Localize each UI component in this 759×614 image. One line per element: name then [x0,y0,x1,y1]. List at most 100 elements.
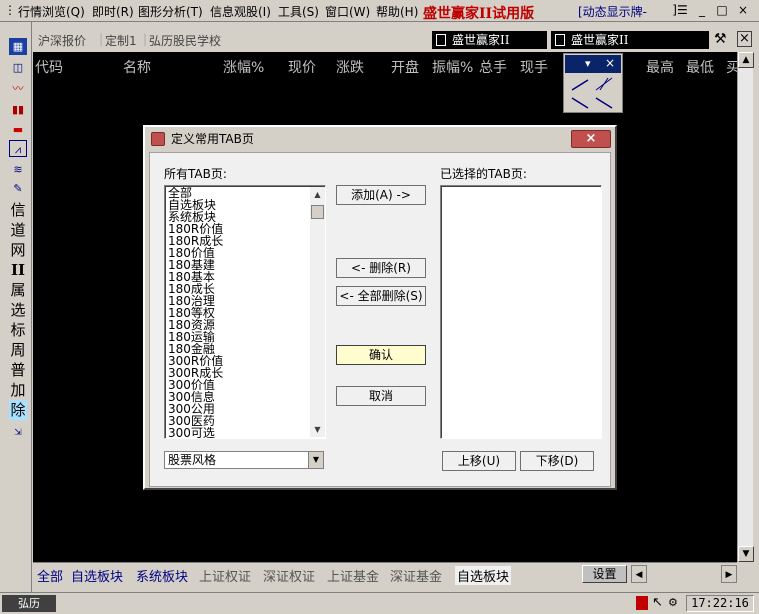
dialog-title-bar[interactable]: 定义常用TAB页 × [147,129,613,149]
status-brand[interactable]: 弘历 [2,595,56,612]
window-icon[interactable]: ◫ [9,59,27,76]
quote-list-icon[interactable]: ▦ [9,38,27,55]
tab-list-item[interactable]: 300R价值 [168,355,310,367]
indicator-panel-2[interactable]: 盛世赢家II [551,31,709,49]
draw-palette[interactable]: ▾ × [563,53,623,113]
scroll-up-icon[interactable]: ▲ [738,52,754,68]
setup-button[interactable]: 设置 [582,565,627,583]
toolbar-char-6[interactable]: 选 [9,300,27,320]
tab-scroll-left-icon[interactable]: ◀ [631,565,647,583]
btab-sz-funds[interactable]: 深证基金 [390,566,442,585]
tab-list-item[interactable]: 全部 [168,187,310,199]
tab-list-item[interactable]: 180等权 [168,307,310,319]
tab-list-item[interactable]: 180基建 [168,259,310,271]
tab-list-item[interactable]: 180价值 [168,247,310,259]
tab-list-item[interactable]: 180治理 [168,295,310,307]
listbox-scrollbar[interactable]: ▲ ▼ [310,187,325,437]
tab-list-item[interactable]: 180成长 [168,283,310,295]
menu-quote-browse[interactable]: 行情浏览(Q) [18,3,85,20]
move-up-button[interactable]: 上移(U) [442,451,516,471]
btab-system-sectors[interactable]: 系统板块 [136,566,188,585]
dialog-close-button[interactable]: × [571,130,611,148]
tab-sh-sz-quotes[interactable]: 沪深报价 [38,32,86,49]
tab-list-item[interactable]: 180资源 [168,319,310,331]
tab-list-item[interactable]: 300可选 [168,427,310,438]
chevron-down-icon[interactable]: ▼ [308,452,323,468]
tab-list-item[interactable]: 180R价值 [168,223,310,235]
tab-list-item[interactable]: 180金融 [168,343,310,355]
btab-sh-warrants[interactable]: 上证权证 [199,566,251,585]
tools-icon[interactable]: ⚒ [714,31,727,47]
bar-chart-icon[interactable]: ▮▮ [9,101,27,118]
ticker-menu-icon[interactable]: ]☰ [672,3,688,18]
col-header-code[interactable]: 代码 [35,57,63,77]
tab-list-item[interactable]: 300公用 [168,403,310,415]
col-header-cur-volume[interactable]: 现手 [520,57,548,77]
menu-info[interactable]: 信息观股(I) [210,3,271,20]
palette-title-bar[interactable]: ▾ × [565,55,621,73]
close-icon[interactable]: × [735,3,751,18]
col-header-low[interactable]: 最低 [686,57,714,77]
all-tabs-listbox[interactable]: 全部 自选板块 系统板块 180R价值 180R成长 180价值 180基建 180基本 180… [164,185,326,439]
menu-chart-analysis[interactable]: 图形分析(T) [138,3,203,20]
btab-my-sectors-active[interactable]: 自选板块 [455,566,512,585]
menu-realtime[interactable]: 即时(R) [92,3,134,20]
tab-custom-1[interactable]: 定制1 [105,32,137,49]
listbox-scroll-thumb[interactable] [311,205,324,219]
toolbar-char-4[interactable]: II [9,260,27,280]
ok-button[interactable]: 确认 [336,345,426,365]
listbox-scroll-up-icon[interactable]: ▲ [310,187,325,202]
cancel-button[interactable]: 取消 [336,386,426,406]
tab-list-item[interactable]: 180运输 [168,331,310,343]
toolbar-char-1[interactable]: 信 [9,200,27,220]
tab-list-item[interactable]: 自选板块 [168,199,310,211]
col-header-amplitude[interactable]: 振幅% [432,57,473,77]
add-button[interactable]: 添加(A) -> [336,185,426,205]
wave-icon[interactable]: ≋ [9,161,27,178]
scroll-down-icon[interactable]: ▼ [738,546,754,562]
toolbar-char-10[interactable]: 加 [9,380,27,400]
menu-tools[interactable]: 工具(S) [278,3,319,20]
box-icon[interactable]: ▬ [9,121,27,138]
settings-icon[interactable]: ⚙ [668,596,678,609]
cursor-icon[interactable]: ↖ [652,595,663,610]
toolbar-char-8[interactable]: 周 [9,340,27,360]
tab-list-item[interactable]: 180R成长 [168,235,310,247]
alert-icon[interactable] [636,596,648,610]
vertical-scrollbar[interactable]: ▲ ▼ [737,52,754,562]
col-header-open[interactable]: 开盘 [391,57,419,77]
toolbar-char-9[interactable]: 普 [9,360,27,380]
btab-my-sectors[interactable]: 自选板块 [71,566,123,585]
toolbar-char-7[interactable]: 标 [9,320,27,340]
toolbar-char-11[interactable]: 除 [9,400,27,420]
tab-list-item[interactable]: 300医药 [168,415,310,427]
indicator-panel-1[interactable]: 盛世赢家II [432,31,547,49]
col-header-volume[interactable]: 总手 [479,57,507,77]
tab-scroll-right-icon[interactable]: ▶ [721,565,737,583]
palette-close-icon[interactable]: × [605,56,615,70]
listbox-scroll-down-icon[interactable]: ▼ [310,422,325,437]
line-tools-icon[interactable] [568,76,620,112]
btab-sh-funds[interactable]: 上证基金 [327,566,379,585]
tab-school[interactable]: 弘历股民学校 [149,32,221,49]
col-header-change-pct[interactable]: 涨幅% [223,57,264,77]
col-header-high[interactable]: 最高 [646,57,674,77]
tab-list-item[interactable]: 180基本 [168,271,310,283]
maximize-icon[interactable]: □ [714,3,730,18]
trend-icon[interactable]: 〰 [9,80,27,97]
minimize-icon[interactable]: _ [694,3,710,18]
col-header-price[interactable]: 现价 [288,57,316,77]
menu-window[interactable]: 窗口(W) [325,3,370,20]
tab-list-item[interactable]: 300R成长 [168,367,310,379]
btab-sz-warrants[interactable]: 深证权证 [263,566,315,585]
toolbar-char-5[interactable]: 属 [9,280,27,300]
btab-all[interactable]: 全部 [37,566,63,585]
col-header-name[interactable]: 名称 [123,57,151,77]
menu-help[interactable]: 帮助(H) [376,3,418,20]
selected-tabs-listbox[interactable] [440,185,602,439]
tab-list-item[interactable]: 系统板块 [168,211,310,223]
kline-icon[interactable]: ⩘ [9,140,27,157]
toolbar-expand-icon[interactable]: ⇲ [9,425,27,442]
palette-dropdown-icon[interactable]: ▾ [585,57,591,70]
close-panel-icon[interactable]: × [737,31,752,47]
